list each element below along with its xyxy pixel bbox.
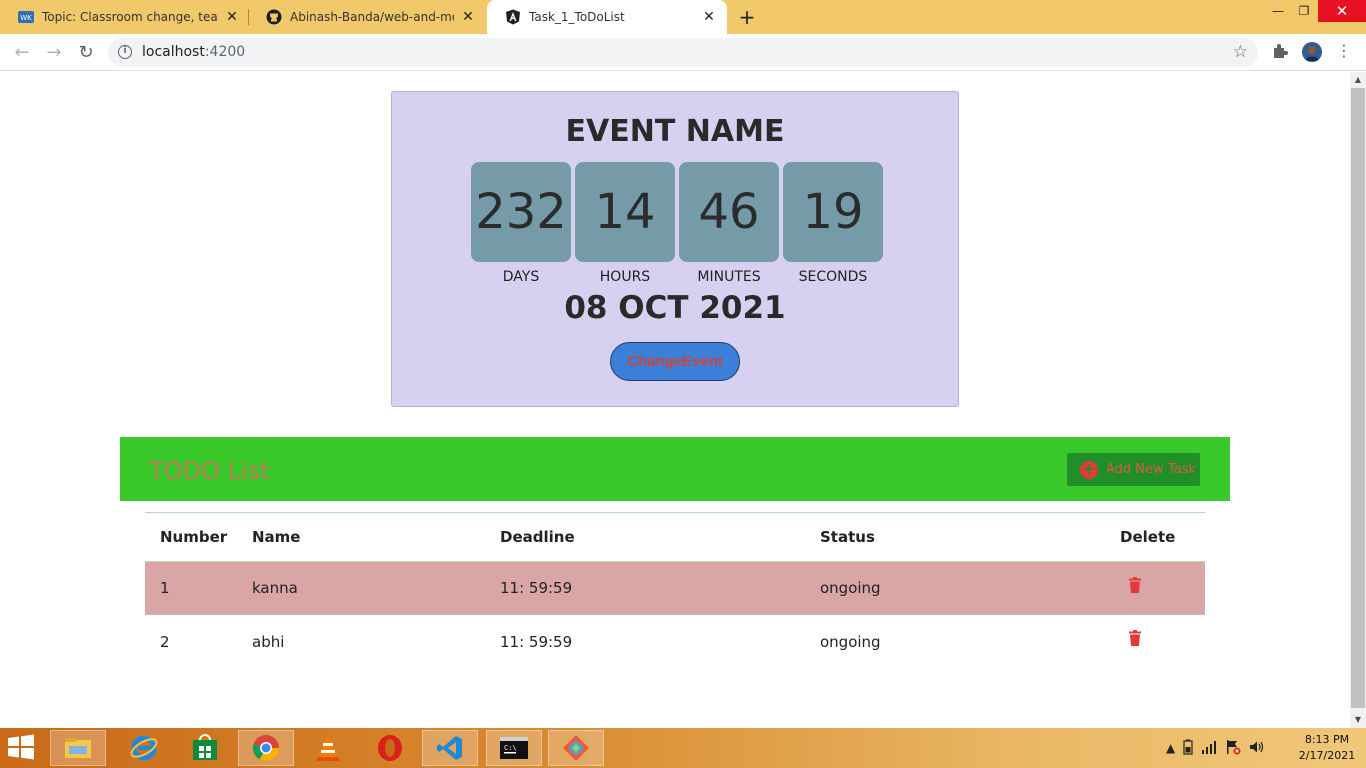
- seconds-label: SECONDS: [798, 269, 868, 285]
- internet-explorer-icon[interactable]: [116, 730, 172, 766]
- git-icon[interactable]: [548, 730, 604, 766]
- info-icon[interactable]: i: [118, 45, 132, 59]
- vertical-scrollbar[interactable]: ▲ ▼: [1350, 72, 1366, 728]
- task-status: ongoing: [820, 632, 881, 651]
- close-tab-icon[interactable]: ✕: [460, 9, 476, 25]
- table-header-row: Number Name Deadline Status Delete: [145, 512, 1205, 562]
- todo-title: TODO List: [149, 457, 270, 485]
- new-tab-button[interactable]: +: [736, 6, 758, 28]
- url-port: :4200: [204, 44, 246, 60]
- event-date: 08 OCT 2021: [564, 290, 786, 326]
- close-tab-icon[interactable]: ✕: [701, 9, 717, 25]
- column-header-name: Name: [252, 528, 301, 546]
- days-label: DAYS: [502, 269, 540, 285]
- scroll-up-arrow-icon[interactable]: ▲: [1350, 74, 1366, 86]
- trash-icon[interactable]: [1129, 577, 1141, 593]
- windows-start-icon[interactable]: [6, 734, 44, 762]
- extensions-icon[interactable]: [1270, 41, 1290, 61]
- svg-text:C:\: C:\: [504, 744, 517, 752]
- tab-label: Task_1_ToDoList: [529, 10, 625, 24]
- seconds-value: 19: [783, 162, 883, 262]
- terminal-icon[interactable]: C:\: [486, 730, 542, 766]
- forward-icon[interactable]: →: [42, 41, 66, 65]
- vlc-icon[interactable]: [300, 730, 356, 766]
- clock-time: 8:13 PM: [1304, 733, 1350, 746]
- hours-value: 14: [575, 162, 675, 262]
- plus-circle-icon: +: [1080, 460, 1098, 479]
- close-tab-icon[interactable]: ✕: [224, 9, 240, 25]
- tab-todolist[interactable]: Task_1_ToDoList ✕: [487, 0, 727, 34]
- tab-github[interactable]: Abinash-Banda/web-and-mobile ✕: [248, 0, 486, 34]
- network-signal-icon[interactable]: [1201, 740, 1217, 757]
- event-countdown-card: EVENT NAME 232 14 46 19 DAYS HOURS MINUT…: [391, 91, 959, 407]
- task-number: 1: [160, 579, 170, 597]
- scrollbar-thumb[interactable]: [1351, 88, 1365, 708]
- task-name: kanna: [252, 579, 298, 597]
- event-title: EVENT NAME: [565, 114, 785, 149]
- store-icon[interactable]: [177, 730, 233, 766]
- back-icon[interactable]: ←: [10, 41, 34, 65]
- windows-taskbar: C:\ ▲ 8:13 PM 2/17/2021: [0, 728, 1366, 768]
- column-header-deadline: Deadline: [500, 528, 575, 546]
- column-header-status: Status: [820, 528, 875, 546]
- page-viewport: EVENT NAME 232 14 46 19 DAYS HOURS MINUT…: [0, 72, 1350, 728]
- volume-icon[interactable]: [1249, 740, 1265, 757]
- show-hidden-icons-icon[interactable]: ▲: [1166, 741, 1175, 755]
- github-icon: [266, 9, 282, 25]
- taskbar-clock[interactable]: 8:13 PM 2/17/2021: [1292, 732, 1362, 764]
- hours-label: HOURS: [599, 269, 651, 285]
- address-bar[interactable]: i localhost:4200 ☆: [108, 38, 1258, 67]
- add-new-task-button[interactable]: + Add New Task: [1067, 453, 1200, 486]
- task-deadline: 11: 59:59: [500, 632, 573, 651]
- column-header-delete: Delete: [1120, 528, 1176, 546]
- add-new-task-label: Add New Task: [1106, 462, 1196, 477]
- task-name: abhi: [252, 632, 285, 651]
- task-number: 2: [160, 632, 170, 651]
- table-row: 1 kanna 11: 59:59 ongoing: [145, 562, 1205, 615]
- notification-flag-icon[interactable]: [1225, 739, 1241, 758]
- browser-tab-strip: WK Topic: Classroom change, team in ✕ Ab…: [0, 0, 1366, 34]
- todo-header: TODO List + Add New Task: [120, 437, 1230, 501]
- vscode-icon[interactable]: [422, 730, 478, 766]
- change-event-button[interactable]: ChangeEvent: [610, 342, 740, 381]
- task-table: Number Name Deadline Status Delete 1 kan…: [145, 512, 1205, 668]
- battery-icon[interactable]: [1183, 739, 1193, 758]
- url-host: localhost: [142, 44, 205, 60]
- tab-classroom[interactable]: WK Topic: Classroom change, team in ✕: [0, 0, 250, 34]
- tab-label: Abinash-Banda/web-and-mobile: [290, 10, 454, 24]
- chrome-icon[interactable]: [238, 730, 294, 766]
- browser-toolbar: ← → ↻ i localhost:4200 ☆: [0, 34, 1366, 71]
- system-tray: ▲: [1166, 728, 1265, 768]
- kebab-menu-icon[interactable]: ⋮: [1336, 41, 1352, 63]
- moodle-icon: WK: [18, 9, 34, 25]
- task-status: ongoing: [820, 579, 881, 597]
- angular-icon: [505, 9, 521, 25]
- task-deadline: 11: 59:59: [500, 579, 573, 597]
- tab-label: Topic: Classroom change, team in: [42, 10, 218, 24]
- profile-avatar-icon[interactable]: [1302, 42, 1322, 62]
- trash-icon[interactable]: [1129, 630, 1141, 646]
- svg-text:WK: WK: [20, 14, 32, 22]
- table-row: 2 abhi 11: 59:59 ongoing: [145, 615, 1205, 668]
- close-window-button[interactable]: ✕: [1318, 0, 1366, 22]
- opera-icon[interactable]: [362, 730, 418, 766]
- file-explorer-icon[interactable]: [50, 730, 106, 766]
- minutes-value: 46: [679, 162, 779, 262]
- url-text: localhost:4200: [142, 44, 245, 60]
- days-value: 232: [471, 162, 571, 262]
- reload-icon[interactable]: ↻: [74, 41, 98, 65]
- clock-date: 2/17/2021: [1298, 749, 1356, 762]
- maximize-button[interactable]: ❐: [1292, 0, 1316, 22]
- scroll-down-arrow-icon[interactable]: ▼: [1350, 714, 1366, 726]
- minutes-label: MINUTES: [697, 269, 761, 285]
- column-header-number: Number: [160, 528, 228, 546]
- minimize-button[interactable]: —: [1266, 0, 1290, 22]
- bookmark-star-icon[interactable]: ☆: [1233, 42, 1248, 62]
